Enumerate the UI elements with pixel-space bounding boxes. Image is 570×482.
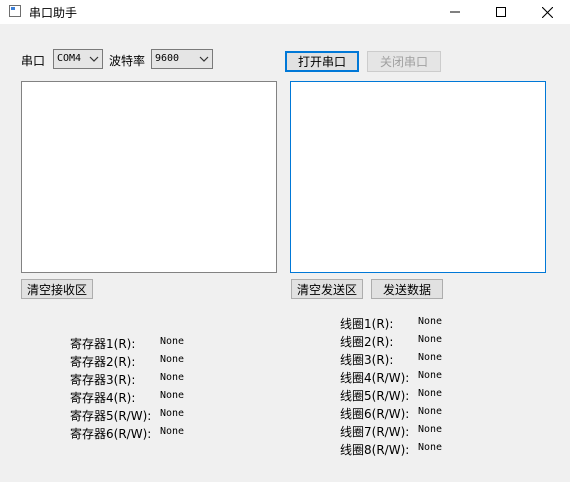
register-label: 寄存器6(R/W): <box>70 427 152 441</box>
register-label: 寄存器4(R): <box>70 391 136 405</box>
register-label: 寄存器3(R): <box>70 373 136 387</box>
coil-label: 线圈8(R/W): <box>340 443 410 457</box>
open-port-button[interactable]: 打开串口 <box>285 51 359 72</box>
coil-label: 线圈4(R/W): <box>340 371 410 385</box>
baud-label: 波特率 <box>109 54 146 68</box>
maximize-button[interactable] <box>478 0 524 24</box>
coil-value: None <box>418 334 443 345</box>
baud-select[interactable]: 9600 <box>151 49 213 69</box>
coil-value: None <box>418 388 443 399</box>
register-value: None <box>160 336 185 347</box>
register-label: 寄存器5(R/W): <box>70 409 152 423</box>
register-value: None <box>160 390 185 401</box>
clear-receive-button[interactable]: 清空接收区 <box>21 279 93 299</box>
close-port-button[interactable]: 关闭串口 <box>367 51 441 72</box>
window-title: 串口助手 <box>29 6 78 20</box>
close-icon <box>541 6 553 18</box>
coil-label: 线圈5(R/W): <box>340 389 410 403</box>
send-data-button[interactable]: 发送数据 <box>371 279 443 299</box>
maximize-icon <box>496 7 506 17</box>
port-value: COM4 <box>57 53 82 64</box>
clear-send-button[interactable]: 清空发送区 <box>291 279 363 299</box>
register-value: None <box>160 426 185 437</box>
coil-value: None <box>418 370 443 381</box>
coil-value: None <box>418 352 443 363</box>
coil-label: 线圈6(R/W): <box>340 407 410 421</box>
receive-textarea[interactable] <box>21 81 277 273</box>
register-value: None <box>160 408 185 419</box>
coil-value: None <box>418 406 443 417</box>
close-button[interactable] <box>524 0 570 24</box>
coil-value: None <box>418 316 443 327</box>
send-textarea[interactable] <box>290 81 546 273</box>
port-select[interactable]: COM4 <box>53 49 103 69</box>
minimize-button[interactable] <box>432 0 478 24</box>
coil-value: None <box>418 424 443 435</box>
coil-label: 线圈7(R/W): <box>340 425 410 439</box>
app-icon <box>9 5 21 17</box>
register-value: None <box>160 354 185 365</box>
chevron-down-icon <box>89 56 99 62</box>
coil-value: None <box>418 442 443 453</box>
baud-value: 9600 <box>155 53 180 64</box>
register-value: None <box>160 372 185 383</box>
port-label: 串口 <box>21 54 46 68</box>
coil-label: 线圈1(R): <box>340 317 394 331</box>
minimize-icon <box>450 11 460 13</box>
title-bar[interactable]: 串口助手 <box>0 0 570 24</box>
register-label: 寄存器2(R): <box>70 355 136 369</box>
coil-label: 线圈2(R): <box>340 335 394 349</box>
coil-label: 线圈3(R): <box>340 353 394 367</box>
chevron-down-icon <box>199 56 209 62</box>
register-label: 寄存器1(R): <box>70 337 136 351</box>
